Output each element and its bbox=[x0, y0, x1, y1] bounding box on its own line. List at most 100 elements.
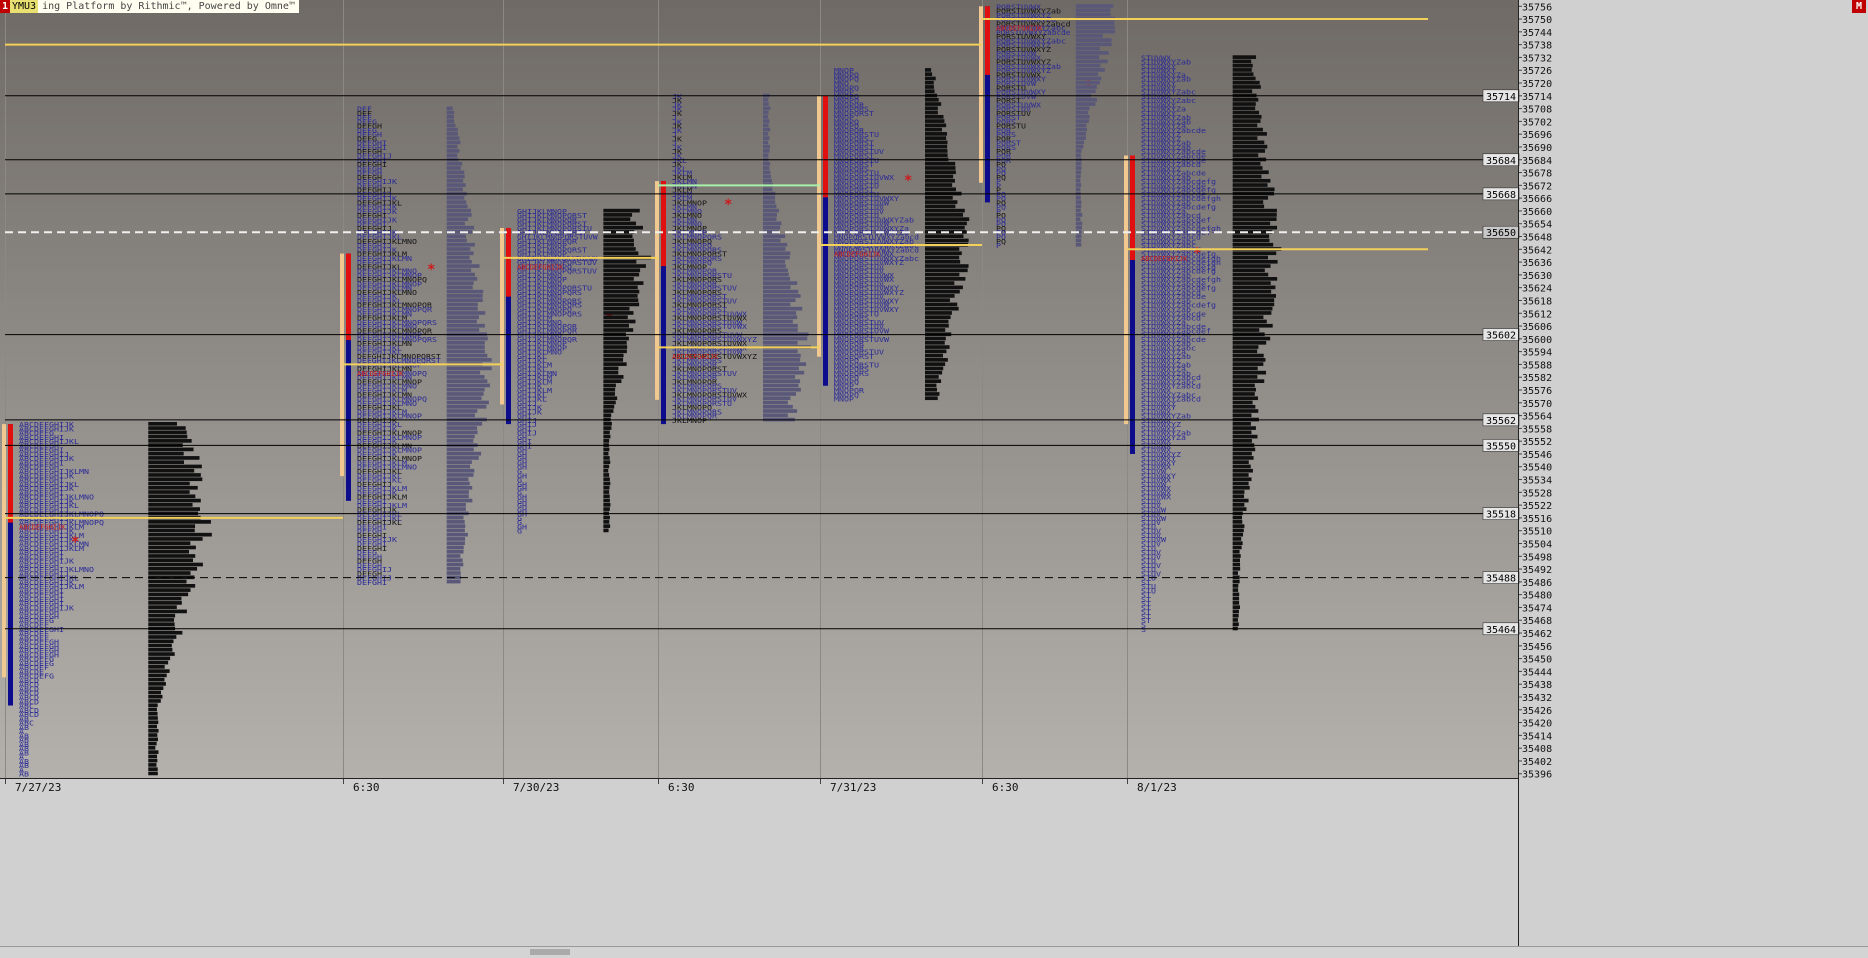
price-tick-label: 35468 bbox=[1522, 616, 1552, 627]
window-index-badge[interactable]: 1 bbox=[0, 0, 10, 13]
price-tick-label: 35654 bbox=[1522, 220, 1552, 231]
volume-bar bbox=[1232, 421, 1251, 426]
price-tick-label: 35498 bbox=[1522, 552, 1552, 563]
volume-bar bbox=[446, 251, 474, 256]
reference-level-value: 35562 bbox=[1486, 416, 1516, 427]
volume-bar bbox=[603, 251, 639, 256]
volume-bar bbox=[1075, 4, 1114, 8]
volume-bar bbox=[925, 319, 949, 324]
volume-bar bbox=[603, 289, 640, 294]
volume-bar bbox=[446, 285, 473, 290]
volume-bar bbox=[603, 396, 618, 401]
volume-bar bbox=[1075, 114, 1090, 119]
volume-bar bbox=[925, 170, 956, 175]
maximize-button[interactable]: M bbox=[1852, 0, 1866, 13]
single-print-row: ABCDEFGHIJK bbox=[834, 251, 881, 259]
volume-bar bbox=[446, 494, 469, 499]
volume-bar bbox=[603, 370, 619, 375]
price-tick-label: 35738 bbox=[1522, 41, 1552, 52]
volume-bar bbox=[603, 345, 628, 349]
volume-bar bbox=[925, 336, 946, 341]
volume-bar bbox=[1075, 12, 1111, 17]
volume-bar bbox=[446, 434, 475, 439]
reference-level-label[interactable]: 35518 bbox=[1482, 507, 1520, 521]
price-tick-label: 35540 bbox=[1522, 463, 1552, 474]
price-tick-label: 35672 bbox=[1522, 181, 1552, 192]
volume-bar bbox=[446, 537, 466, 541]
volume-bar bbox=[1232, 392, 1255, 396]
volume-bar bbox=[1232, 456, 1254, 460]
horizontal-scrollbar[interactable] bbox=[0, 946, 1868, 958]
volume-bar bbox=[148, 733, 158, 737]
market-profile-chart[interactable]: ABCDEFGHIJKABCDEFGHIJKABCDEFGABCDEFGHIAB… bbox=[0, 0, 1868, 946]
open-marker: * bbox=[724, 197, 732, 213]
reference-level-label[interactable]: 35550 bbox=[1482, 439, 1520, 452]
volume-bar bbox=[1232, 323, 1273, 328]
reference-level-label[interactable]: 35684 bbox=[1482, 153, 1520, 167]
tpo-row: G bbox=[517, 528, 522, 536]
volume-bar bbox=[446, 178, 464, 183]
volume-bar bbox=[1232, 277, 1278, 281]
volume-bar bbox=[1232, 541, 1243, 546]
volume-bar bbox=[446, 277, 478, 281]
symbol-label[interactable]: YMU3 bbox=[10, 0, 39, 13]
volume-bar bbox=[763, 234, 786, 239]
range-bar-ib bbox=[823, 95, 828, 198]
volume-bar bbox=[763, 114, 769, 119]
volume-bar bbox=[763, 294, 801, 298]
time-tick-label: 7/27/23 bbox=[15, 781, 61, 794]
volume-bar bbox=[925, 234, 964, 239]
price-tick-label: 35492 bbox=[1522, 565, 1552, 576]
volume-bar bbox=[763, 200, 776, 204]
volume-bar bbox=[603, 281, 644, 285]
volume-bar bbox=[1232, 85, 1261, 89]
price-tick-label: 35528 bbox=[1522, 488, 1552, 499]
volume-bar bbox=[446, 153, 458, 158]
volume-bar bbox=[1232, 213, 1277, 217]
volume-bar bbox=[603, 349, 627, 354]
volume-bar bbox=[446, 200, 467, 204]
reference-level-value: 35488 bbox=[1486, 574, 1516, 585]
price-tick-label: 35474 bbox=[1522, 603, 1552, 614]
volume-bar bbox=[148, 635, 177, 639]
reference-level-label[interactable]: 35562 bbox=[1482, 413, 1520, 427]
volume-bar bbox=[763, 370, 805, 375]
volume-bar bbox=[925, 68, 932, 72]
volume-bar bbox=[446, 502, 466, 507]
volume-bar bbox=[148, 720, 159, 725]
reference-level-label[interactable]: 35602 bbox=[1482, 328, 1520, 342]
volume-bar bbox=[446, 187, 463, 192]
value-area-bar bbox=[655, 181, 659, 400]
volume-bar bbox=[1232, 217, 1277, 221]
volume-bar bbox=[148, 456, 200, 460]
volume-bar bbox=[603, 464, 610, 469]
volume-bar bbox=[1232, 242, 1274, 247]
volume-bar bbox=[603, 392, 615, 396]
price-tick-label: 35576 bbox=[1522, 386, 1552, 397]
volume-bar bbox=[925, 72, 933, 77]
time-tick-label: 8/1/23 bbox=[1137, 781, 1177, 794]
reference-level-label[interactable]: 35464 bbox=[1482, 622, 1520, 636]
volume-bar bbox=[1232, 464, 1251, 469]
scrollbar-thumb[interactable] bbox=[530, 949, 570, 955]
price-tick-label: 35684 bbox=[1522, 156, 1552, 167]
volume-bar bbox=[1232, 596, 1240, 601]
volume-bar bbox=[1232, 545, 1242, 550]
reference-level-label[interactable]: 35714 bbox=[1482, 89, 1520, 103]
reference-level-label[interactable]: 35488 bbox=[1482, 571, 1520, 585]
reference-level-label[interactable]: 35650 bbox=[1482, 225, 1520, 239]
volume-bar bbox=[1232, 174, 1262, 179]
volume-bar bbox=[763, 315, 798, 320]
price-tick-label: 35678 bbox=[1522, 169, 1552, 180]
volume-bar bbox=[925, 187, 956, 192]
volume-bar bbox=[1232, 601, 1240, 605]
price-tick-label: 35648 bbox=[1522, 233, 1552, 244]
volume-bar bbox=[1075, 225, 1082, 230]
reference-level-label[interactable]: 35668 bbox=[1482, 187, 1520, 201]
volume-bar bbox=[148, 558, 193, 563]
volume-bar bbox=[925, 123, 947, 128]
volume-bar bbox=[603, 383, 616, 388]
volume-bar bbox=[1075, 242, 1082, 247]
volume-bar bbox=[763, 136, 770, 140]
volume-bar bbox=[1232, 63, 1253, 68]
